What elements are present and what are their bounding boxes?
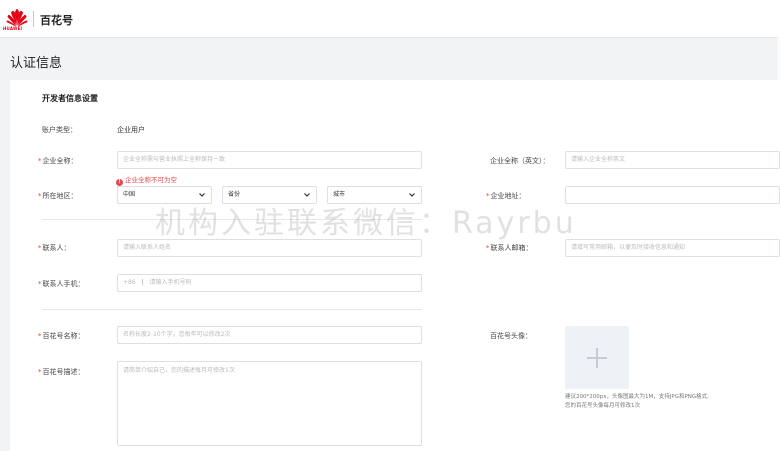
province-value: 省份 xyxy=(228,191,241,198)
section-title: 开发者信息设置 xyxy=(42,94,98,103)
province-select[interactable]: 省份 xyxy=(222,186,317,204)
account-name-label: *百花号名称： xyxy=(38,332,85,340)
phone-prefix: +86 xyxy=(123,279,136,286)
city-select[interactable]: 城市 xyxy=(327,186,422,204)
account-type-label: 账户类型： xyxy=(42,126,77,134)
phone-placeholder: 请输入手机号码 xyxy=(149,279,192,286)
email-label: *联系人邮箱： xyxy=(486,244,533,252)
company-name-input[interactable]: 企业全称需与营业执照上全称保持一致 xyxy=(117,151,422,169)
chevron-down-icon xyxy=(199,193,205,197)
country-value: 中国 xyxy=(123,191,136,198)
developer-info-form: 开发者信息设置 账户类型： 企业用户 *企业全称： 企业全称需与营业执照上全称保… xyxy=(10,80,780,451)
address-label: *企业地址： xyxy=(486,192,526,200)
description-textarea[interactable]: 请简单介绍自己，您的描述每月可修改1次 xyxy=(117,361,422,446)
phone-input[interactable]: +86 | 请输入手机号码 xyxy=(117,274,422,292)
company-name-en-input[interactable]: 请输入企业全称英文 xyxy=(565,151,780,169)
brand-divider xyxy=(33,11,34,27)
avatar-upload[interactable] xyxy=(565,326,629,389)
contact-input[interactable]: 请输入联系人姓名 xyxy=(117,239,422,257)
description-label: *百花号描述： xyxy=(38,368,85,376)
company-name-error: ! 企业全称不可为空 xyxy=(116,174,177,186)
avatar-hint-line-1: 建议200*200px，头像图最大为1M，支持JPG和PNG格式, xyxy=(565,394,709,400)
city-value: 城市 xyxy=(333,191,346,198)
chevron-down-icon xyxy=(304,193,310,197)
logo-text: HUAWEI xyxy=(3,26,23,31)
page-title: 认证信息 xyxy=(10,56,63,71)
phone-separator: | xyxy=(141,279,144,286)
avatar-hint: 建议200*200px，头像图最大为1M，支持JPG和PNG格式, 您的百花号头… xyxy=(565,393,709,411)
company-name-en-label: 企业全称（英文）： xyxy=(490,157,550,165)
divider xyxy=(42,309,422,310)
account-name-input[interactable]: 名称长度2-10个字，您每年可以修改2次 xyxy=(117,326,422,344)
region-label: *所在地区： xyxy=(38,192,78,200)
phone-label: *联系人手机： xyxy=(38,280,85,288)
email-input[interactable]: 请填写常用邮箱，以便及时接收信息和通知 xyxy=(565,239,780,257)
address-input[interactable] xyxy=(565,186,780,204)
avatar-label: 百花号头像： xyxy=(490,332,532,340)
error-icon: ! xyxy=(116,179,123,186)
account-type-value: 企业用户 xyxy=(117,126,145,134)
avatar-hint-line-2: 您的百花号头像每月可修改1次 xyxy=(565,403,641,409)
contact-label: *联系人： xyxy=(38,244,71,252)
country-select[interactable]: 中国 xyxy=(117,186,212,204)
brand-name[interactable]: 百花号 xyxy=(40,12,73,28)
top-bar: HUAWEI 百花号 xyxy=(0,0,780,38)
company-name-label: *企业全称： xyxy=(38,157,78,165)
divider xyxy=(42,219,422,220)
plus-icon-vertical xyxy=(596,348,598,368)
chevron-down-icon xyxy=(409,193,415,197)
